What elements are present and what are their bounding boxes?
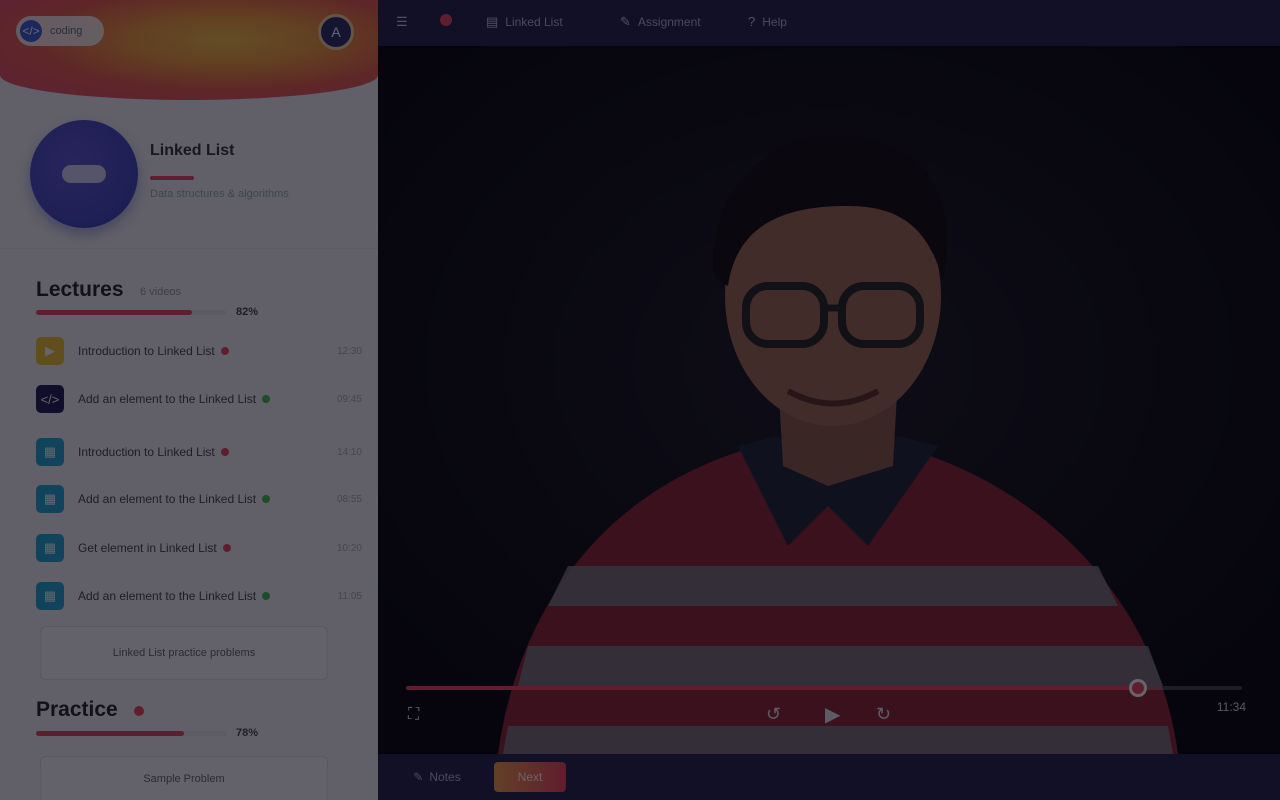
lecture-title: Get element in Linked List xyxy=(78,541,217,555)
course-title-underline xyxy=(150,176,194,180)
lecture-duration: 12:30 xyxy=(336,345,362,357)
lecture-duration: 11:05 xyxy=(337,590,362,602)
practice-problems-card[interactable]: Linked List practice problems xyxy=(40,626,328,680)
lecture-duration: 08:55 xyxy=(336,493,362,505)
topbar-tab-label: Linked List xyxy=(505,15,563,29)
help-icon: ? xyxy=(748,14,756,29)
lectures-progress-fill xyxy=(36,310,192,315)
forward-icon[interactable]: ↻ xyxy=(876,704,891,725)
seek-handle[interactable] xyxy=(1128,679,1147,697)
lectures-progress-bar xyxy=(36,310,226,315)
sample-problem-card[interactable]: Sample Problem xyxy=(40,756,328,800)
lecture-status-dot xyxy=(220,347,229,355)
lecture-status-dot xyxy=(222,544,231,552)
lecture-title: Add an element to the Linked List xyxy=(78,492,257,506)
notes-button[interactable]: ✎ Notes xyxy=(394,762,480,792)
sample-problem-label: Sample Problem xyxy=(143,773,225,785)
brand-logo[interactable]: </> coding xyxy=(16,16,104,46)
play-icon: ▶ xyxy=(36,337,64,365)
lecture-title: Introduction to Linked List xyxy=(78,445,215,459)
lecture-item[interactable]: ▦ Introduction to Linked List 14:10 xyxy=(36,437,362,467)
lecture-item[interactable]: ▦ Get element in Linked List 10:20 xyxy=(36,533,362,563)
player-controls: ⛶ ↺ ▶ ↻ 11:34 xyxy=(378,46,1280,754)
lecture-status-dot xyxy=(262,592,271,600)
brand-name: coding xyxy=(50,25,83,37)
seek-bar[interactable] xyxy=(406,679,1242,697)
practice-progress-fill xyxy=(36,731,185,736)
user-avatar[interactable]: A xyxy=(318,14,354,50)
topbar-tab-label: Assignment xyxy=(637,15,701,29)
topbar-tab-linked-list[interactable]: ▤ Linked List xyxy=(486,14,563,30)
video-bottombar: ✎ Notes Next xyxy=(378,754,1280,800)
practice-progress-bar xyxy=(36,731,226,736)
play-icon[interactable]: ▶ xyxy=(825,702,840,727)
video-topbar: ☰ ▤ Linked List ✎ Assignment ? Help xyxy=(378,0,1280,46)
lecture-title: Add an element to the Linked List xyxy=(78,392,257,406)
edit-icon: ✎ xyxy=(620,14,631,29)
list-icon: ▤ xyxy=(486,14,499,29)
topbar-tab-label: Help xyxy=(762,14,787,29)
lectures-progress-label: 82% xyxy=(236,306,259,318)
lecture-duration: 09:45 xyxy=(336,393,362,405)
fullscreen-icon[interactable]: ⛶ xyxy=(408,706,419,724)
sidebar-divider xyxy=(0,248,378,249)
practice-heading: Practice xyxy=(36,698,118,721)
collapse-sidebar-button[interactable]: ☰ xyxy=(396,14,408,30)
topbar-tab-help[interactable]: ? Help xyxy=(748,14,787,29)
video-time: 11:34 xyxy=(1216,700,1246,714)
app-window: </> coding A Linked List Data structures… xyxy=(0,0,1280,800)
lecture-status-dot xyxy=(262,495,271,503)
lecture-status-dot xyxy=(262,395,271,403)
video-player[interactable]: ⛶ ↺ ▶ ↻ 11:34 xyxy=(378,46,1280,754)
topbar-tab-assignment[interactable]: ✎ Assignment xyxy=(620,14,701,30)
doc-icon: ▦ xyxy=(36,438,64,466)
course-title: Linked List xyxy=(150,142,235,159)
lecture-status-dot xyxy=(220,448,229,456)
practice-status-dot xyxy=(134,706,144,716)
brand-icon: </> xyxy=(20,20,42,42)
notes-label: Notes xyxy=(429,770,461,784)
cloud-icon xyxy=(62,165,106,183)
lectures-count: 6 videos xyxy=(140,286,181,298)
lecture-duration: 14:10 xyxy=(336,446,362,458)
course-sidebar: </> coding A Linked List Data structures… xyxy=(0,0,378,800)
doc-icon: ▦ xyxy=(36,485,64,513)
next-button[interactable]: Next xyxy=(494,762,566,792)
course-subtitle: Data structures & algorithms xyxy=(150,188,289,200)
course-thumbnail xyxy=(30,120,138,228)
video-panel: ☰ ▤ Linked List ✎ Assignment ? Help ⛶ ↺ … xyxy=(378,0,1280,800)
lecture-item[interactable]: ▶ Introduction to Linked List 12:30 xyxy=(36,336,362,366)
lecture-item[interactable]: ▦ Add an element to the Linked List 11:05 xyxy=(36,581,362,611)
record-indicator xyxy=(440,14,452,26)
lecture-duration: 10:20 xyxy=(336,542,362,554)
record-dot-icon xyxy=(440,14,452,26)
sidebar-banner xyxy=(0,0,378,100)
menu-icon: ☰ xyxy=(396,14,408,29)
seek-bar-fill xyxy=(406,686,1138,690)
lecture-title: Introduction to Linked List xyxy=(78,344,215,358)
lecture-item[interactable]: ▦ Add an element to the Linked List 08:55 xyxy=(36,484,362,514)
lecture-title: Add an element to the Linked List xyxy=(78,589,257,603)
doc-icon: ▦ xyxy=(36,534,64,562)
code-icon: </> xyxy=(36,385,64,413)
practice-progress-label: 78% xyxy=(236,727,259,739)
doc-icon: ▦ xyxy=(36,582,64,610)
lecture-item[interactable]: </> Add an element to the Linked List 09:4… xyxy=(36,384,362,414)
lectures-heading: Lectures xyxy=(36,278,124,301)
practice-problems-label: Linked List practice problems xyxy=(112,647,256,659)
rewind-icon[interactable]: ↺ xyxy=(766,704,781,725)
next-label: Next xyxy=(517,770,543,784)
notes-icon: ✎ xyxy=(413,770,424,784)
